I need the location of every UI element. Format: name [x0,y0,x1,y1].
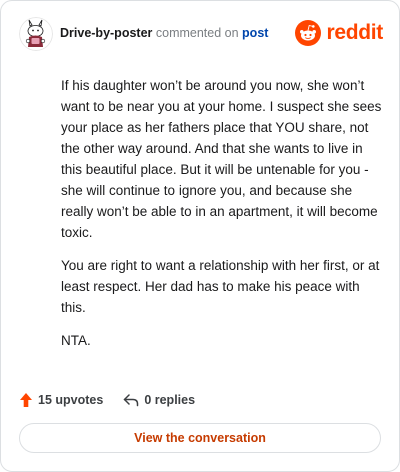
snoo-avatar-icon [19,17,53,51]
reply-arrow-icon [124,394,139,407]
reply-count: 0 replies [144,393,196,407]
comment-body: If his daughter won’t be around you now,… [61,75,383,363]
comment-paragraph: NTA. [61,333,91,348]
action-text: commented on [155,26,239,40]
comment-card: Drive-by-poster commented on post reddit… [0,0,400,472]
reddit-wordmark: reddit [326,21,383,44]
comment-header: Drive-by-poster commented on post reddit [19,17,383,51]
comment-paragraph: You are right to want a relationship wit… [61,258,380,315]
upvote-button[interactable]: 15 upvotes [19,392,103,408]
reddit-snoo-icon [295,20,322,46]
author-name[interactable]: Drive-by-poster [60,26,152,40]
upvote-arrow-icon [20,393,32,407]
reddit-brand[interactable]: reddit [295,19,383,47]
comment-paragraph: If his daughter won’t be around you now,… [61,78,382,240]
view-conversation-button[interactable]: View the conversation [19,423,381,453]
post-link[interactable]: post [242,26,268,40]
reply-button[interactable]: 0 replies [123,393,195,407]
comment-actions: 15 upvotes 0 replies [19,389,195,411]
upvote-count: 15 upvotes [38,393,104,407]
user-avatar[interactable] [19,17,53,51]
byline: Drive-by-poster commented on post [60,26,268,40]
